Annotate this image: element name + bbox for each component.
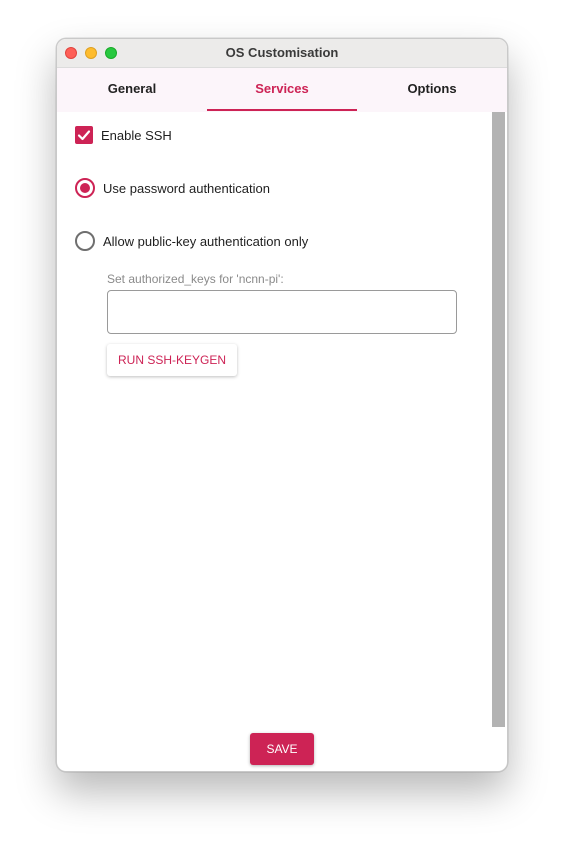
pubkey-auth-label: Allow public-key authentication only xyxy=(103,234,309,249)
enable-ssh-label: Enable SSH xyxy=(101,128,172,143)
tab-bar: General Services Options xyxy=(57,68,507,112)
selected-tab-indicator xyxy=(207,109,357,111)
services-panel: Enable SSH Use password authentication A… xyxy=(57,112,491,727)
window-title: OS Customisation xyxy=(225,45,339,60)
authorized-keys-field[interactable] xyxy=(107,290,457,334)
pubkey-auth-radio[interactable] xyxy=(75,231,95,251)
title-bar[interactable]: OS Customisation xyxy=(57,39,507,68)
password-auth-label: Use password authentication xyxy=(103,181,270,196)
password-auth-radio[interactable] xyxy=(75,178,95,198)
os-customisation-window: OS Customisation General Services Option… xyxy=(56,38,508,772)
scrollbar-thumb[interactable] xyxy=(492,112,505,727)
tab-options[interactable]: Options xyxy=(357,68,507,110)
checkmark-icon xyxy=(77,130,91,141)
save-button[interactable]: SAVE xyxy=(250,733,314,765)
authorized-keys-label: Set authorized_keys for 'ncnn-pi': xyxy=(107,272,284,286)
enable-ssh-checkbox[interactable] xyxy=(75,126,93,144)
run-ssh-keygen-button[interactable]: RUN SSH-KEYGEN xyxy=(107,344,237,376)
tab-services[interactable]: Services xyxy=(207,68,357,110)
scrollbar[interactable] xyxy=(491,112,507,727)
tab-general[interactable]: General xyxy=(57,68,207,110)
